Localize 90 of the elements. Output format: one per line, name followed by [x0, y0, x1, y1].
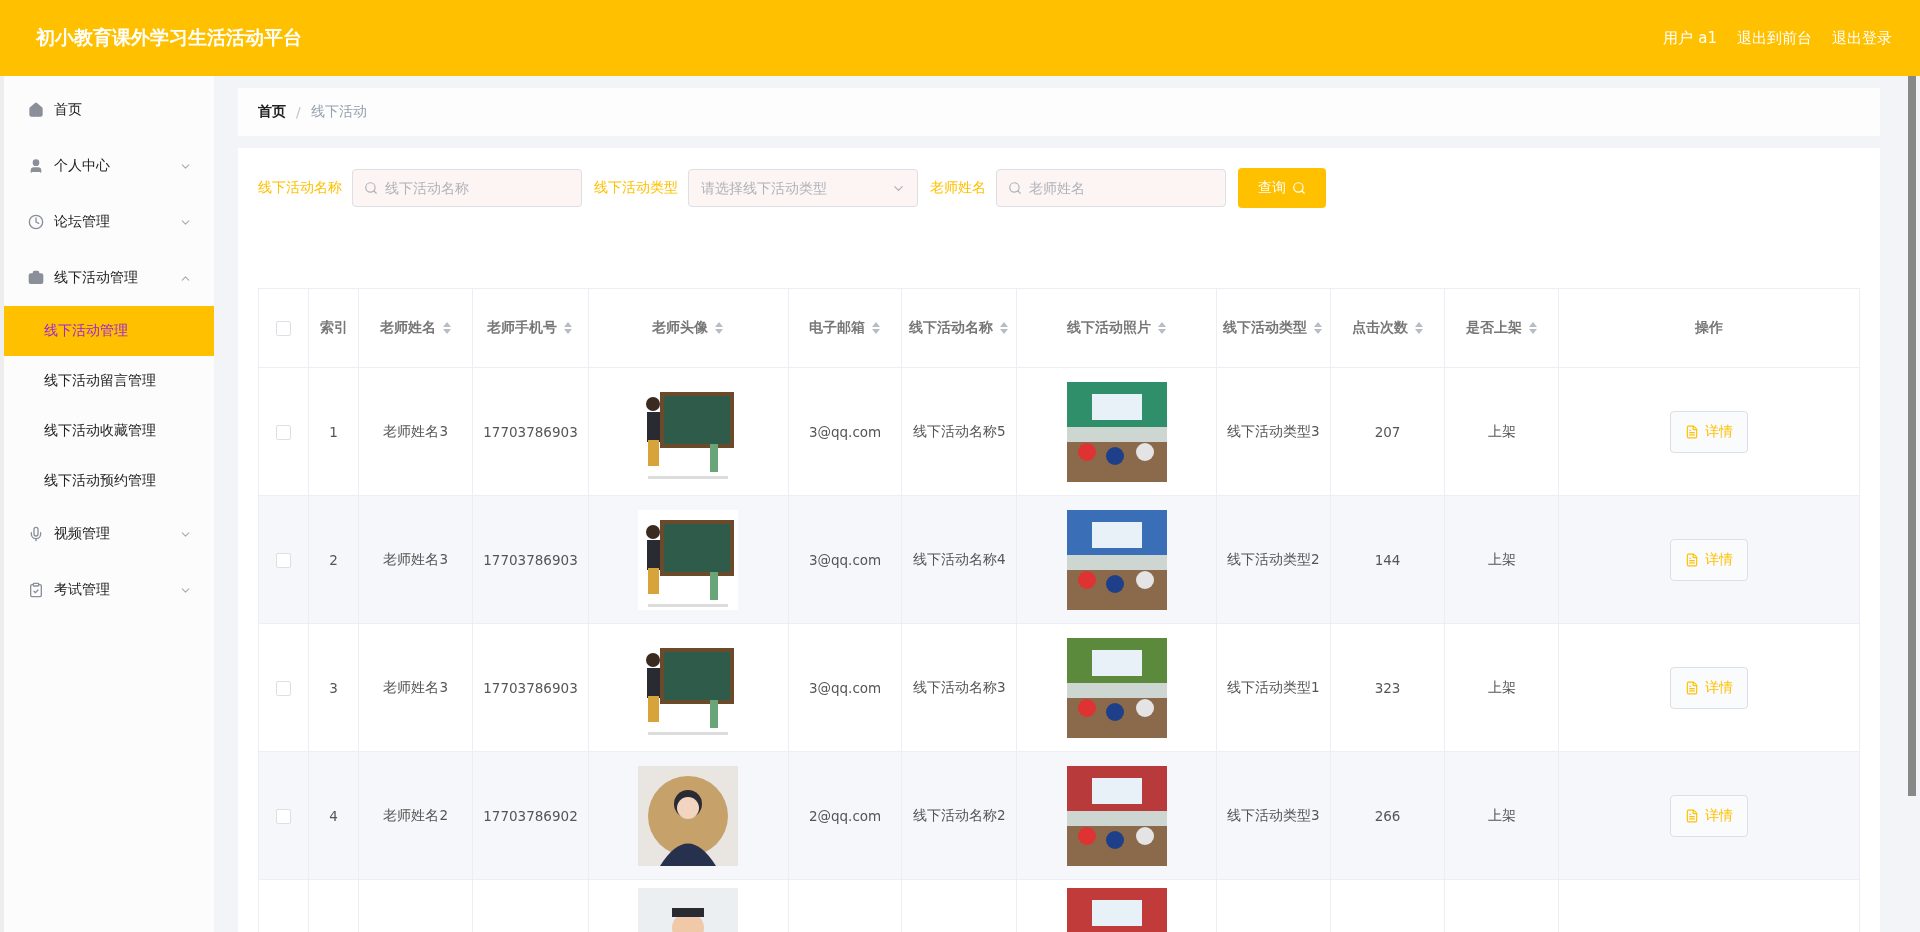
table-cell: 207 [1374, 423, 1401, 440]
document-icon [1685, 680, 1700, 695]
sort-icon[interactable] [563, 321, 574, 335]
microphone-icon [28, 526, 44, 542]
menu-item[interactable]: 首页 [4, 82, 214, 138]
submenu-item[interactable]: 线下活动管理 [4, 306, 214, 356]
checkbox[interactable] [276, 680, 292, 696]
table-cell: 17703786903 [483, 423, 578, 440]
table-cell: 老师姓名3 [383, 550, 449, 567]
sort-icon[interactable] [1527, 321, 1538, 335]
breadcrumb-separator: / [296, 104, 301, 120]
table-cell: 2@qq.com [808, 807, 882, 824]
clock-icon [28, 214, 44, 230]
sort-icon[interactable] [714, 321, 725, 335]
submenu-item[interactable]: 线下活动预约管理 [4, 456, 214, 506]
search-icon [364, 181, 378, 195]
sort-icon[interactable] [1313, 321, 1324, 335]
column-header: 点击次数 [1330, 288, 1445, 368]
table-cell: 17703786903 [483, 551, 578, 568]
table-cell: 线下活动名称4 [912, 550, 1006, 567]
column-header: 线下活动名称 [901, 288, 1017, 368]
home-icon [28, 102, 44, 118]
app-title: 初小教育课外学习生活活动平台 [36, 25, 302, 50]
checkbox[interactable] [276, 552, 292, 568]
table-cell: 3@qq.com [808, 423, 882, 440]
menu-item[interactable]: 视频管理 [4, 506, 214, 562]
column-header: 线下活动照片 [1016, 288, 1217, 368]
table-cell: 2 [329, 551, 338, 568]
search-field[interactable]: 线下活动名称 [352, 169, 582, 207]
breadcrumb-item[interactable]: 首页 [258, 103, 286, 121]
table-cell: 3@qq.com [808, 551, 882, 568]
column-header: 老师手机号 [472, 288, 589, 368]
document-icon [1685, 552, 1700, 567]
field-label: 老师姓名 [930, 179, 986, 197]
table-cell: 老师姓名2 [383, 806, 449, 823]
column-header: 老师头像 [588, 288, 789, 368]
table-cell: 线下活动类型3 [1227, 422, 1320, 439]
sort-icon[interactable] [441, 321, 452, 335]
table-cell: 上架 [1487, 550, 1516, 567]
sort-icon[interactable] [1156, 321, 1167, 335]
table-cell: 线下活动类型1 [1227, 678, 1320, 695]
search-icon [1292, 181, 1306, 195]
column-header: 老师姓名 [358, 288, 473, 368]
table-cell: 1 [329, 423, 338, 440]
table-cell: 线下活动类型2 [1227, 550, 1320, 567]
search-icon [1008, 181, 1022, 195]
document-icon [1685, 424, 1700, 439]
table-cell: 老师姓名3 [383, 678, 449, 695]
submenu-item[interactable]: 线下活动收藏管理 [4, 406, 214, 456]
briefcase-icon [28, 270, 44, 286]
table-cell: 老师姓名3 [383, 422, 449, 439]
document-icon [1685, 808, 1700, 823]
table-cell: 线下活动名称2 [912, 806, 1006, 823]
menu-item[interactable]: 考试管理 [4, 562, 214, 618]
table-cell: 上架 [1487, 806, 1516, 823]
clipboard-icon [28, 582, 44, 598]
table-cell: 17703786902 [483, 807, 578, 824]
menu-item[interactable]: 线下活动管理 [4, 250, 214, 306]
column-header: 操作 [1558, 288, 1860, 368]
table-cell: 线下活动类型3 [1227, 806, 1320, 823]
table-cell: 3@qq.com [808, 679, 882, 696]
table-cell: 线下活动名称3 [912, 678, 1006, 695]
sort-icon[interactable] [1413, 321, 1424, 335]
menu-item[interactable]: 个人中心 [4, 138, 214, 194]
checkbox[interactable] [276, 808, 292, 824]
sort-icon[interactable] [871, 321, 882, 335]
table-cell: 线下活动名称5 [912, 422, 1006, 439]
menu-item[interactable]: 论坛管理 [4, 194, 214, 250]
table-cell: 266 [1374, 807, 1401, 824]
column-header: 线下活动类型 [1216, 288, 1331, 368]
sort-icon[interactable] [999, 321, 1010, 335]
table-cell: 上架 [1487, 678, 1516, 695]
field-label: 线下活动类型 [594, 179, 678, 197]
checkbox[interactable] [276, 424, 292, 440]
checkbox[interactable] [276, 321, 292, 337]
select-field[interactable]: 请选择线下活动类型 [688, 169, 918, 207]
column-header: 电子邮箱 [788, 288, 902, 368]
column-header: 是否上架 [1444, 288, 1559, 368]
table-cell: 144 [1374, 551, 1401, 568]
table-cell: 4 [329, 807, 338, 824]
field-label: 线下活动名称 [258, 179, 342, 197]
table-cell: 323 [1374, 679, 1401, 696]
table-cell: 17703786903 [483, 679, 578, 696]
column-header: 索引 [308, 288, 359, 368]
table-cell: 上架 [1487, 422, 1516, 439]
user-icon [28, 158, 44, 174]
submenu-item[interactable]: 线下活动留言管理 [4, 356, 214, 406]
table-cell: 3 [329, 679, 338, 696]
search-field[interactable]: 老师姓名 [996, 169, 1226, 207]
scrollbar[interactable] [1908, 76, 1916, 796]
